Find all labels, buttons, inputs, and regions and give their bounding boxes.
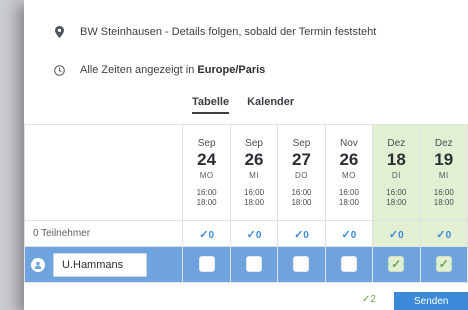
date-month: Sep (245, 137, 263, 149)
vote-count: 0 (255, 229, 262, 241)
vote-count-cell: ✓0 (372, 220, 421, 247)
time-end: 18:00 (196, 197, 217, 207)
vote-count-cell: ✓0 (182, 220, 231, 247)
time-start: 16:00 (338, 187, 359, 197)
date-weekday: MO (341, 170, 356, 180)
date-day: 19 (434, 149, 454, 169)
selected-count-value: 2 (370, 294, 376, 305)
vote-count: 0 (350, 229, 357, 241)
availability-checkbox[interactable] (340, 256, 357, 273)
availability-cell (324, 246, 374, 283)
timezone-row: Alle Zeiten angezeigt in Europe/Paris (48, 60, 265, 80)
timezone-zone: Europe/Paris (197, 64, 266, 76)
date-month: Dez (387, 137, 406, 149)
time-start: 16:00 (244, 187, 265, 197)
check-icon: ✓ (294, 228, 304, 241)
date-column-header: Sep 24 MO 16:00 18:00 (182, 124, 231, 221)
time-end: 18:00 (291, 197, 312, 207)
tab-kalender[interactable]: Kalender (247, 96, 294, 114)
availability-cell: ✓ (372, 246, 421, 283)
availability-cell (277, 246, 326, 283)
availability-cell (229, 246, 279, 283)
time-end: 18:00 (433, 197, 454, 207)
user-icon (31, 257, 45, 272)
date-weekday: DO (294, 170, 308, 180)
availability-checkbox[interactable] (293, 256, 310, 273)
date-day: 26 (244, 149, 264, 169)
vote-count: 0 (398, 229, 404, 241)
availability-cell (182, 246, 231, 283)
date-weekday: MO (199, 170, 214, 180)
time-end: 18:00 (386, 197, 407, 207)
date-weekday: MI (249, 170, 259, 180)
vote-count: 0 (208, 229, 215, 241)
vote-count: 0 (445, 229, 452, 241)
time-end: 18:00 (244, 197, 265, 207)
date-month: Dez (434, 137, 453, 149)
date-column-header: Dez 18 DI 16:00 18:00 (372, 124, 421, 221)
vote-count-cell: ✓0 (419, 220, 468, 247)
date-column-header: Dez 19 MI 16:00 18:00 (419, 124, 468, 221)
map-pin-icon (48, 26, 70, 38)
date-day: 18 (386, 149, 406, 169)
location-row: BW Steinhausen - Details folgen, sobald … (48, 22, 376, 42)
date-header-row: Sep 24 MO 16:00 18:00 Sep 26 MI 16:00 18:00 Sep 2… (24, 124, 468, 221)
tab-tabelle[interactable]: Tabelle (192, 96, 230, 114)
send-button[interactable]: Senden (394, 292, 468, 310)
availability-cell: ✓ (419, 246, 468, 283)
availability-checkbox-checked[interactable]: ✓ (435, 256, 452, 273)
availability-checkbox-checked[interactable]: ✓ (388, 256, 405, 273)
date-column-header: Sep 27 DO 16:00 18:00 (277, 124, 326, 221)
availability-checkbox[interactable] (246, 256, 263, 273)
check-icon: ✓ (341, 228, 351, 241)
check-icon: ✓ (388, 228, 399, 241)
view-tabs: Tabelle Kalender (192, 96, 294, 114)
footer-bar: ✓2 Senden (24, 292, 468, 310)
date-weekday: MI (438, 170, 449, 180)
vote-count: 0 (303, 229, 309, 241)
timezone-text: Alle Zeiten angezeigt in Europe/Paris (80, 64, 265, 76)
date-grid: Sep 24 MO 16:00 18:00 Sep 26 MI 16:00 18:00 Sep 2… (24, 124, 468, 283)
date-day: 26 (339, 149, 359, 169)
location-text: BW Steinhausen - Details folgen, sobald … (80, 26, 377, 38)
clock-icon (48, 64, 70, 76)
date-day: 27 (292, 149, 311, 169)
date-month: Sep (292, 137, 311, 149)
time-start: 16:00 (291, 187, 312, 197)
date-column-header: Nov 26 MO 16:00 18:00 (324, 124, 374, 221)
check-icon: ✓ (436, 228, 446, 241)
time-start: 16:00 (433, 187, 454, 197)
date-month: Nov (340, 137, 358, 149)
vote-count-cell: ✓0 (277, 220, 326, 247)
participants-label: 0 Teilnehmer (24, 220, 184, 247)
participant-input-row: ✓ ✓ (24, 246, 468, 283)
empty-corner-cell (24, 124, 184, 221)
timezone-prefix: Alle Zeiten angezeigt in (80, 64, 198, 76)
time-start: 16:00 (196, 187, 217, 197)
participant-name-cell (24, 246, 184, 283)
poll-card: BW Steinhausen - Details folgen, sobald … (24, 0, 468, 310)
participant-name-input[interactable] (53, 252, 147, 277)
date-weekday: DI (391, 170, 401, 180)
time-start: 16:00 (386, 187, 407, 197)
check-icon: ✓ (246, 228, 256, 241)
availability-checkbox[interactable] (198, 256, 215, 273)
time-end: 18:00 (338, 197, 359, 207)
vote-count-cell: ✓0 (229, 220, 279, 247)
date-day: 24 (197, 149, 217, 169)
date-column-header: Sep 26 MI 16:00 18:00 (229, 124, 279, 221)
selected-count: ✓2 (362, 294, 376, 305)
vote-count-cell: ✓0 (324, 220, 374, 247)
participant-count-row: 0 Teilnehmer ✓0 ✓0 ✓0 ✓0 ✓0 ✓0 (24, 220, 468, 247)
date-month: Sep (197, 137, 216, 149)
